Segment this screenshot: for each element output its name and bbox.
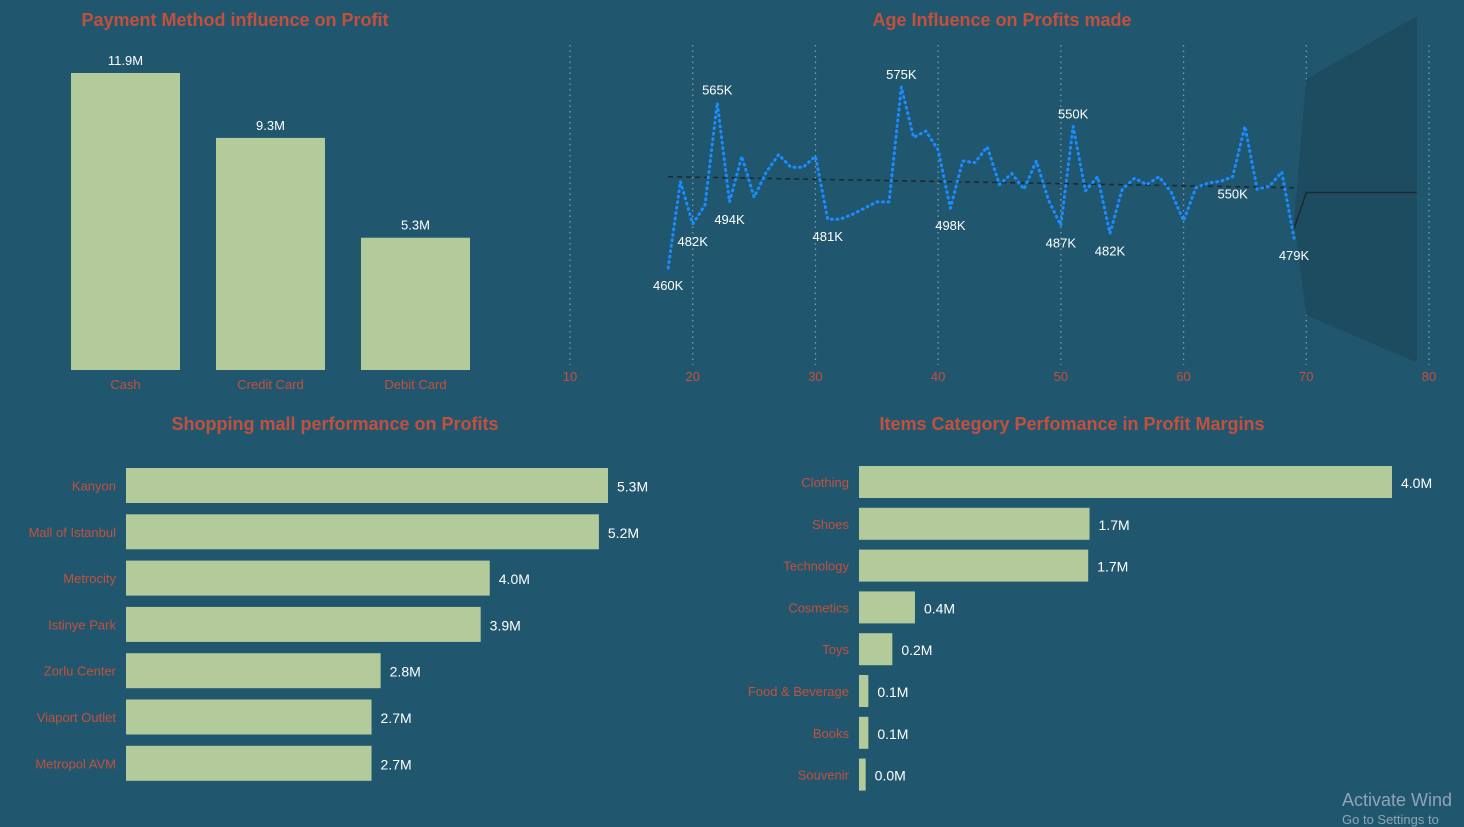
category-value-label: 4.0M <box>1401 475 1432 491</box>
category-category-label: Shoes <box>812 517 849 532</box>
shopping-mall-chart: Kanyon 5.3M Mall of Istanbul 5.2M Metrocity 4… <box>29 468 648 781</box>
age-point-label: 550K <box>1217 187 1248 202</box>
mall-bar <box>126 560 490 596</box>
category-category-label: Books <box>813 726 850 741</box>
category-bar <box>859 633 893 666</box>
category-bar <box>859 675 869 707</box>
age-x-tick-label: 80 <box>1422 369 1436 384</box>
payment-category-label: Cash <box>110 377 140 392</box>
item-category-panel: Items Category Perfomance in Profit Marg… <box>700 405 1464 823</box>
category-bar <box>859 758 866 791</box>
category-bar <box>859 716 869 749</box>
category-category-label: Clothing <box>801 475 849 490</box>
mall-value-label: 4.0M <box>499 571 530 587</box>
category-bar <box>859 507 1090 540</box>
age-point-label: 482K <box>1095 243 1126 258</box>
age-point-label: 479K <box>1279 248 1310 263</box>
mall-category-label: Metrocity <box>63 571 116 586</box>
category-value-label: 1.7M <box>1099 517 1130 533</box>
age-x-tick-label: 20 <box>685 369 699 384</box>
mall-category-label: Kanyon <box>72 479 116 494</box>
age-point-label: 460K <box>653 278 684 293</box>
age-profit-line <box>666 85 1296 270</box>
age-x-tick-label: 10 <box>563 369 577 384</box>
shopping-mall-panel: Shopping mall performance on Profits Kan… <box>0 405 690 823</box>
age-point-label: 494K <box>714 212 745 227</box>
age-x-tick-label: 40 <box>931 369 945 384</box>
category-bar <box>859 466 1392 498</box>
watermark-line-2: Go to Settings to <box>1342 812 1439 827</box>
category-value-label: 1.7M <box>1097 559 1128 575</box>
age-x-tick-label: 70 <box>1299 369 1313 384</box>
mall-value-label: 2.8M <box>390 664 421 680</box>
age-point-label: 575K <box>886 67 917 82</box>
age-point-label: 481K <box>813 229 844 244</box>
mall-value-label: 2.7M <box>381 756 412 772</box>
mall-bar <box>126 468 608 503</box>
payment-value-label: 11.9M <box>108 53 143 68</box>
mall-category-label: Zorlu Center <box>44 664 117 679</box>
mall-value-label: 2.7M <box>381 710 412 726</box>
mall-value-label: 5.2M <box>608 525 639 541</box>
mall-bar <box>126 514 599 550</box>
mall-category-label: Viaport Outlet <box>37 710 117 725</box>
age-point-label: 482K <box>678 234 709 249</box>
category-bar <box>859 591 915 624</box>
category-category-label: Technology <box>783 559 849 574</box>
payment-category-label: Credit Card <box>237 377 303 392</box>
category-value-label: 0.1M <box>877 684 908 700</box>
age-profit-panel: Age Influence on Profits made 10 20 30 40 50… <box>540 0 1464 400</box>
age-point-label: 550K <box>1058 106 1089 121</box>
payment-bar <box>71 73 180 370</box>
payment-category-label: Debit Card <box>384 377 446 392</box>
payment-value-label: 9.3M <box>256 118 285 133</box>
category-value-label: 0.1M <box>877 726 908 742</box>
mall-value-label: 3.9M <box>490 617 521 633</box>
age-point-label: 498K <box>935 218 966 233</box>
category-category-label: Food & Beverage <box>748 684 849 699</box>
payment-method-chart: 11.9M Cash 9.3M Credit Card 5.3M Debit Card <box>71 53 470 392</box>
watermark-line-1: Activate Wind <box>1342 790 1453 810</box>
mall-value-label: 5.3M <box>617 479 648 495</box>
mall-category-label: Metropol AVM <box>35 756 116 771</box>
category-value-label: 0.4M <box>924 600 955 616</box>
category-category-label: Souvenir <box>798 768 850 783</box>
mall-bar <box>126 699 372 735</box>
age-x-tick-label: 30 <box>808 369 822 384</box>
mall-category-label: Mall of Istanbul <box>29 525 117 540</box>
mall-bar <box>126 653 381 689</box>
category-value-label: 0.0M <box>875 768 906 784</box>
category-category-label: Cosmetics <box>788 600 849 615</box>
mall-bar <box>126 745 372 781</box>
mall-category-label: Istinye Park <box>48 617 116 632</box>
mall-bar <box>126 606 481 642</box>
payment-bar <box>216 137 325 370</box>
category-value-label: 0.2M <box>901 642 932 658</box>
age-profit-chart: 10 20 30 40 50 60 70 80 460K 482K 565K 494K 481K 575K… <box>563 16 1436 384</box>
payment-value-label: 5.3M <box>401 218 430 233</box>
item-category-chart: Clothing 4.0M Shoes 1.7M Technology 1.7M Cosme… <box>748 466 1432 791</box>
age-point-label: 565K <box>702 83 733 98</box>
category-bar <box>859 549 1089 582</box>
payment-method-panel: Payment Method influence on Profit 11.9M… <box>0 0 560 400</box>
age-point-label: 487K <box>1046 236 1077 251</box>
age-x-tick-label: 50 <box>1054 369 1068 384</box>
category-category-label: Toys <box>822 642 849 657</box>
payment-bar <box>361 237 470 370</box>
age-forecast-band <box>1294 16 1417 363</box>
age-x-tick-label: 60 <box>1176 369 1190 384</box>
